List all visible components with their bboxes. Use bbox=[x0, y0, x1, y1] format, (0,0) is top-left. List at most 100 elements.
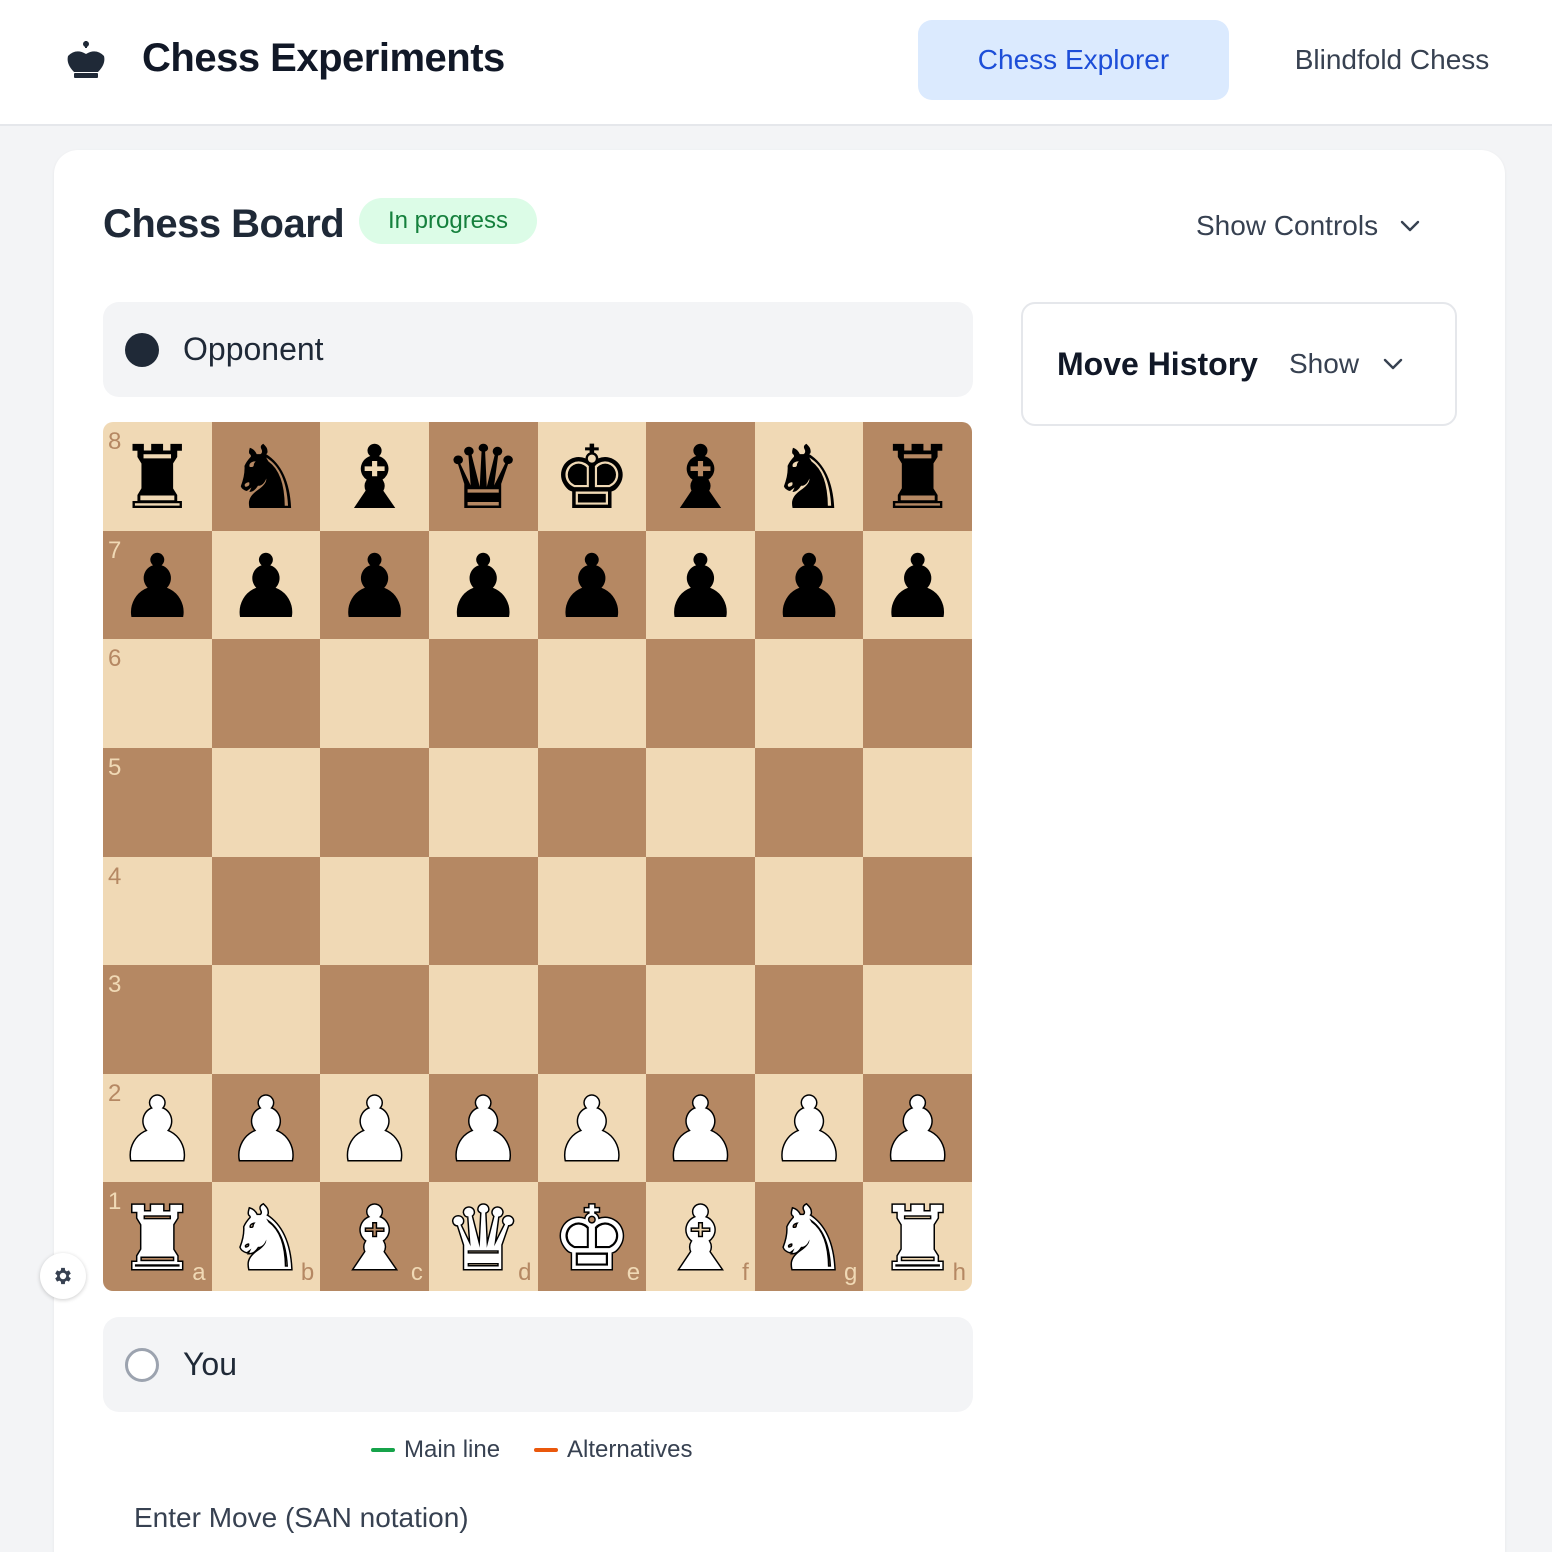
white-pawn-icon[interactable]: ♟ bbox=[334, 1084, 416, 1175]
square-g2[interactable]: ♟ bbox=[754, 1073, 864, 1183]
square-h3[interactable] bbox=[863, 965, 972, 1074]
square-f7[interactable]: ♟ bbox=[646, 530, 755, 640]
square-e6[interactable] bbox=[537, 639, 647, 748]
square-a3[interactable]: 3 bbox=[103, 965, 212, 1074]
square-b4[interactable] bbox=[211, 856, 321, 966]
square-e1[interactable]: e ♚ bbox=[537, 1182, 647, 1291]
square-b2[interactable]: ♟ bbox=[211, 1073, 321, 1183]
white-pawn-icon[interactable]: ♟ bbox=[116, 1084, 198, 1175]
tab-chess-explorer[interactable]: Chess Explorer bbox=[918, 20, 1229, 100]
square-f2[interactable]: ♟ bbox=[646, 1073, 755, 1183]
square-b3[interactable] bbox=[211, 965, 321, 1074]
black-pawn-icon[interactable]: ♟ bbox=[770, 542, 849, 631]
black-pawn-icon[interactable]: ♟ bbox=[118, 542, 197, 631]
square-h7[interactable]: ♟ bbox=[863, 530, 972, 640]
square-h2[interactable]: ♟ bbox=[863, 1073, 972, 1183]
square-a8[interactable]: 8 ♜ bbox=[103, 422, 212, 531]
show-controls-button[interactable]: Show Controls bbox=[1196, 206, 1422, 246]
white-pawn-icon[interactable]: ♟ bbox=[659, 1084, 741, 1175]
black-bishop-icon[interactable]: ♝ bbox=[335, 434, 414, 522]
tab-blindfold-chess[interactable]: Blindfold Chess bbox=[1262, 20, 1522, 100]
white-pawn-icon[interactable]: ♟ bbox=[768, 1084, 850, 1175]
square-d6[interactable] bbox=[428, 639, 538, 748]
square-h8[interactable]: ♜ bbox=[863, 422, 972, 531]
white-pawn-icon[interactable]: ♟ bbox=[225, 1084, 307, 1175]
move-history-show-button[interactable]: Show bbox=[1289, 348, 1405, 380]
white-king-icon[interactable]: ♚ bbox=[551, 1193, 633, 1284]
square-d7[interactable]: ♟ bbox=[428, 530, 538, 640]
white-rook-icon[interactable]: ♜ bbox=[116, 1193, 198, 1284]
square-e8[interactable]: ♚ bbox=[537, 422, 647, 531]
black-pawn-icon[interactable]: ♟ bbox=[226, 542, 305, 631]
black-king-icon[interactable]: ♚ bbox=[552, 434, 631, 522]
square-g8[interactable]: ♞ bbox=[754, 422, 864, 531]
square-b6[interactable] bbox=[211, 639, 321, 748]
square-c4[interactable] bbox=[320, 856, 429, 966]
square-e5[interactable] bbox=[537, 747, 647, 857]
square-e2[interactable]: ♟ bbox=[537, 1073, 647, 1183]
white-pawn-icon[interactable]: ♟ bbox=[551, 1084, 633, 1175]
board-settings-button[interactable] bbox=[40, 1253, 86, 1299]
white-knight-icon[interactable]: ♞ bbox=[225, 1193, 307, 1284]
square-b7[interactable]: ♟ bbox=[211, 530, 321, 640]
square-h4[interactable] bbox=[863, 856, 972, 966]
square-e7[interactable]: ♟ bbox=[537, 530, 647, 640]
square-g1[interactable]: g ♞ bbox=[754, 1182, 864, 1291]
black-pawn-icon[interactable]: ♟ bbox=[552, 542, 631, 631]
black-pawn-icon[interactable]: ♟ bbox=[878, 542, 957, 631]
black-rook-icon[interactable]: ♜ bbox=[878, 434, 957, 522]
square-d3[interactable] bbox=[428, 965, 538, 1074]
square-f5[interactable] bbox=[646, 747, 755, 857]
square-c6[interactable] bbox=[320, 639, 429, 748]
white-knight-icon[interactable]: ♞ bbox=[768, 1193, 850, 1284]
square-b8[interactable]: ♞ bbox=[211, 422, 321, 531]
square-a7[interactable]: 7 ♟ bbox=[103, 530, 212, 640]
square-b1[interactable]: b ♞ bbox=[211, 1182, 321, 1291]
square-f4[interactable] bbox=[646, 856, 755, 966]
white-pawn-icon[interactable]: ♟ bbox=[442, 1084, 524, 1175]
square-f1[interactable]: f ♝ bbox=[646, 1182, 755, 1291]
square-h1[interactable]: h ♜ bbox=[863, 1182, 972, 1291]
black-pawn-icon[interactable]: ♟ bbox=[335, 542, 414, 631]
square-c7[interactable]: ♟ bbox=[320, 530, 429, 640]
square-d1[interactable]: d ♛ bbox=[428, 1182, 538, 1291]
square-d5[interactable] bbox=[428, 747, 538, 857]
square-c2[interactable]: ♟ bbox=[320, 1073, 429, 1183]
square-c8[interactable]: ♝ bbox=[320, 422, 429, 531]
black-bishop-icon[interactable]: ♝ bbox=[661, 434, 740, 522]
black-knight-icon[interactable]: ♞ bbox=[770, 434, 849, 522]
square-c5[interactable] bbox=[320, 747, 429, 857]
square-c3[interactable] bbox=[320, 965, 429, 1074]
square-e3[interactable] bbox=[537, 965, 647, 1074]
square-b5[interactable] bbox=[211, 747, 321, 857]
square-g5[interactable] bbox=[754, 747, 864, 857]
square-g6[interactable] bbox=[754, 639, 864, 748]
square-a4[interactable]: 4 bbox=[103, 856, 212, 966]
black-queen-icon[interactable]: ♛ bbox=[444, 434, 523, 522]
square-d2[interactable]: ♟ bbox=[428, 1073, 538, 1183]
square-g4[interactable] bbox=[754, 856, 864, 966]
square-d8[interactable]: ♛ bbox=[428, 422, 538, 531]
black-knight-icon[interactable]: ♞ bbox=[226, 434, 305, 522]
black-rook-icon[interactable]: ♜ bbox=[118, 434, 197, 522]
square-f3[interactable] bbox=[646, 965, 755, 1074]
square-f8[interactable]: ♝ bbox=[646, 422, 755, 531]
square-a6[interactable]: 6 bbox=[103, 639, 212, 748]
white-bishop-icon[interactable]: ♝ bbox=[334, 1193, 416, 1284]
white-rook-icon[interactable]: ♜ bbox=[877, 1193, 959, 1284]
square-a1[interactable]: 1 a ♜ bbox=[103, 1182, 212, 1291]
square-e4[interactable] bbox=[537, 856, 647, 966]
square-g3[interactable] bbox=[754, 965, 864, 1074]
black-pawn-icon[interactable]: ♟ bbox=[661, 542, 740, 631]
white-pawn-icon[interactable]: ♟ bbox=[877, 1084, 959, 1175]
square-f6[interactable] bbox=[646, 639, 755, 748]
square-h5[interactable] bbox=[863, 747, 972, 857]
white-queen-icon[interactable]: ♛ bbox=[442, 1193, 524, 1284]
square-g7[interactable]: ♟ bbox=[754, 530, 864, 640]
square-d4[interactable] bbox=[428, 856, 538, 966]
white-bishop-icon[interactable]: ♝ bbox=[659, 1193, 741, 1284]
square-a2[interactable]: 2 ♟ bbox=[103, 1073, 212, 1183]
black-pawn-icon[interactable]: ♟ bbox=[444, 542, 523, 631]
square-a5[interactable]: 5 bbox=[103, 747, 212, 857]
square-c1[interactable]: c ♝ bbox=[320, 1182, 429, 1291]
